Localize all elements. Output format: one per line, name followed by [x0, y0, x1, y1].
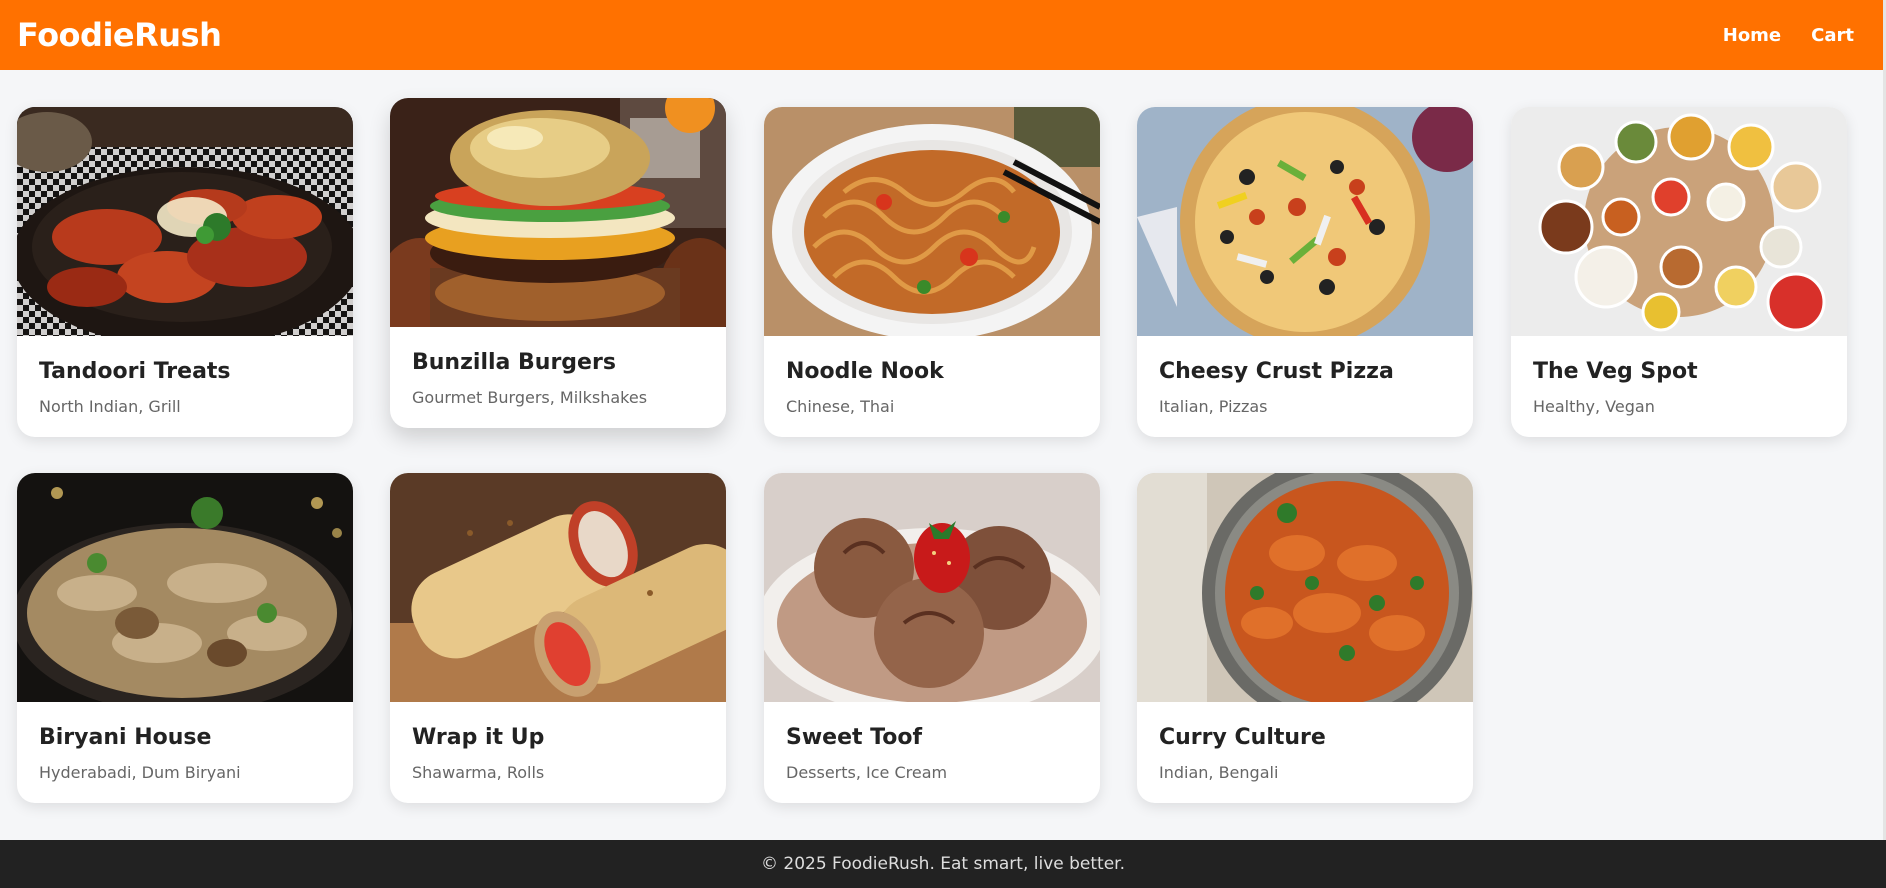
restaurant-name: Biryani House	[39, 725, 212, 750]
restaurant-name: Sweet Toof	[786, 725, 923, 750]
restaurant-card[interactable]: Curry Culture Indian, Bengali	[1137, 473, 1473, 803]
pizza-image	[1137, 107, 1473, 336]
restaurant-card[interactable]: Biryani House Hyderabadi, Dum Biryani	[17, 473, 353, 803]
restaurant-cuisine: Desserts, Ice Cream	[786, 763, 948, 782]
restaurant-card[interactable]: Wrap it Up Shawarma, Rolls	[390, 473, 726, 803]
restaurant-name: The Veg Spot	[1533, 359, 1698, 384]
curry-image	[1137, 473, 1473, 702]
restaurant-card[interactable]: Bunzilla Burgers Gourmet Burgers, Milksh…	[390, 98, 726, 428]
nav-links: Home Cart	[1723, 25, 1854, 46]
brand-logo[interactable]: FoodieRush	[17, 16, 222, 54]
restaurant-cuisine: Italian, Pizzas	[1159, 397, 1268, 416]
restaurant-cuisine: Hyderabadi, Dum Biryani	[39, 763, 241, 782]
navbar: FoodieRush Home Cart	[0, 0, 1886, 70]
nav-home-link[interactable]: Home	[1723, 25, 1781, 46]
restaurant-cuisine: Gourmet Burgers, Milkshakes	[412, 388, 648, 407]
restaurant-name: Bunzilla Burgers	[412, 350, 616, 375]
burger-image	[390, 98, 726, 327]
wrap-image	[390, 473, 726, 702]
biryani-image	[17, 473, 353, 702]
footer-text: © 2025 FoodieRush. Eat smart, live bette…	[760, 854, 1126, 874]
restaurant-name: Wrap it Up	[412, 725, 545, 750]
restaurant-name: Cheesy Crust Pizza	[1159, 359, 1394, 384]
ice-cream-image	[764, 473, 1100, 702]
noodles-image	[764, 107, 1100, 336]
restaurant-cuisine: North Indian, Grill	[39, 397, 181, 416]
restaurant-cuisine: Indian, Bengali	[1159, 763, 1279, 782]
restaurant-cuisine: Chinese, Thai	[786, 397, 895, 416]
restaurant-card[interactable]: Tandoori Treats North Indian, Grill	[17, 107, 353, 437]
restaurant-card[interactable]: The Veg Spot Healthy, Vegan	[1511, 107, 1847, 437]
restaurant-cuisine: Shawarma, Rolls	[412, 763, 545, 782]
veg-thali-image	[1511, 107, 1847, 336]
restaurant-card[interactable]: Cheesy Crust Pizza Italian, Pizzas	[1137, 107, 1473, 437]
restaurant-name: Tandoori Treats	[39, 359, 231, 384]
restaurant-name: Curry Culture	[1159, 725, 1326, 750]
restaurant-name: Noodle Nook	[786, 359, 944, 384]
restaurant-cuisine: Healthy, Vegan	[1533, 397, 1655, 416]
nav-cart-link[interactable]: Cart	[1811, 25, 1854, 46]
page-footer: © 2025 FoodieRush. Eat smart, live bette…	[0, 840, 1886, 888]
tandoori-chicken-image	[17, 107, 353, 336]
restaurant-card[interactable]: Sweet Toof Desserts, Ice Cream	[764, 473, 1100, 803]
restaurant-card[interactable]: Noodle Nook Chinese, Thai	[764, 107, 1100, 437]
